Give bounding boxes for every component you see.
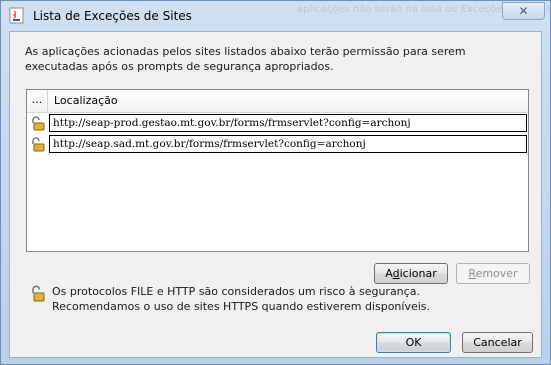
add-button-label-prefix: A <box>385 267 393 280</box>
exception-site-table[interactable]: ... Localização http://seap-prod.gestao.… <box>26 89 529 252</box>
open-padlock-icon <box>30 136 46 152</box>
site-url-field[interactable]: http://seap.sad.mt.gov.br/forms/frmservl… <box>49 135 527 153</box>
open-padlock-icon <box>30 284 46 302</box>
remove-button-mnemonic: R <box>468 267 476 280</box>
warning-line-1: Os protocolos FILE e HTTP são considerad… <box>52 285 420 298</box>
ok-button[interactable]: OK <box>376 332 451 353</box>
table-header: ... Localização <box>27 90 528 113</box>
close-icon: ✕ <box>518 4 529 18</box>
intro-text: As aplicações acionadas pelos sites list… <box>25 45 466 73</box>
remove-button-label-rest: emover <box>475 267 518 280</box>
table-row[interactable]: http://seap.sad.mt.gov.br/forms/frmservl… <box>27 134 528 154</box>
table-row[interactable]: http://seap-prod.gestao.mt.gov.br/forms/… <box>27 113 528 133</box>
add-button-label-rest: icionar <box>399 267 437 280</box>
close-button[interactable]: ✕ <box>502 2 545 20</box>
security-warning: Os protocolos FILE e HTTP são considerad… <box>52 284 472 314</box>
remove-button[interactable]: Remover <box>456 263 530 284</box>
cancel-button[interactable]: Cancelar <box>462 332 533 353</box>
warning-line-2: Recomendamos o uso de sites HTTPS quando… <box>52 300 431 313</box>
add-button[interactable]: Adicionar <box>374 263 448 284</box>
column-header-icon[interactable]: ... <box>27 90 48 112</box>
window-title: Lista de Exceções de Sites <box>33 9 192 23</box>
dialog-content: As aplicações acionadas pelos sites list… <box>9 31 542 358</box>
add-button-mnemonic: d <box>392 267 400 280</box>
site-url-field[interactable]: http://seap-prod.gestao.mt.gov.br/forms/… <box>49 114 527 132</box>
open-padlock-icon <box>30 115 46 131</box>
column-header-location[interactable]: Localização <box>54 90 118 112</box>
java-cup-icon <box>9 7 24 24</box>
dialog-window: Lista de Exceções de Sites aplicações nã… <box>0 0 551 365</box>
title-bar[interactable]: Lista de Exceções de Sites aplicações nã… <box>1 1 551 31</box>
